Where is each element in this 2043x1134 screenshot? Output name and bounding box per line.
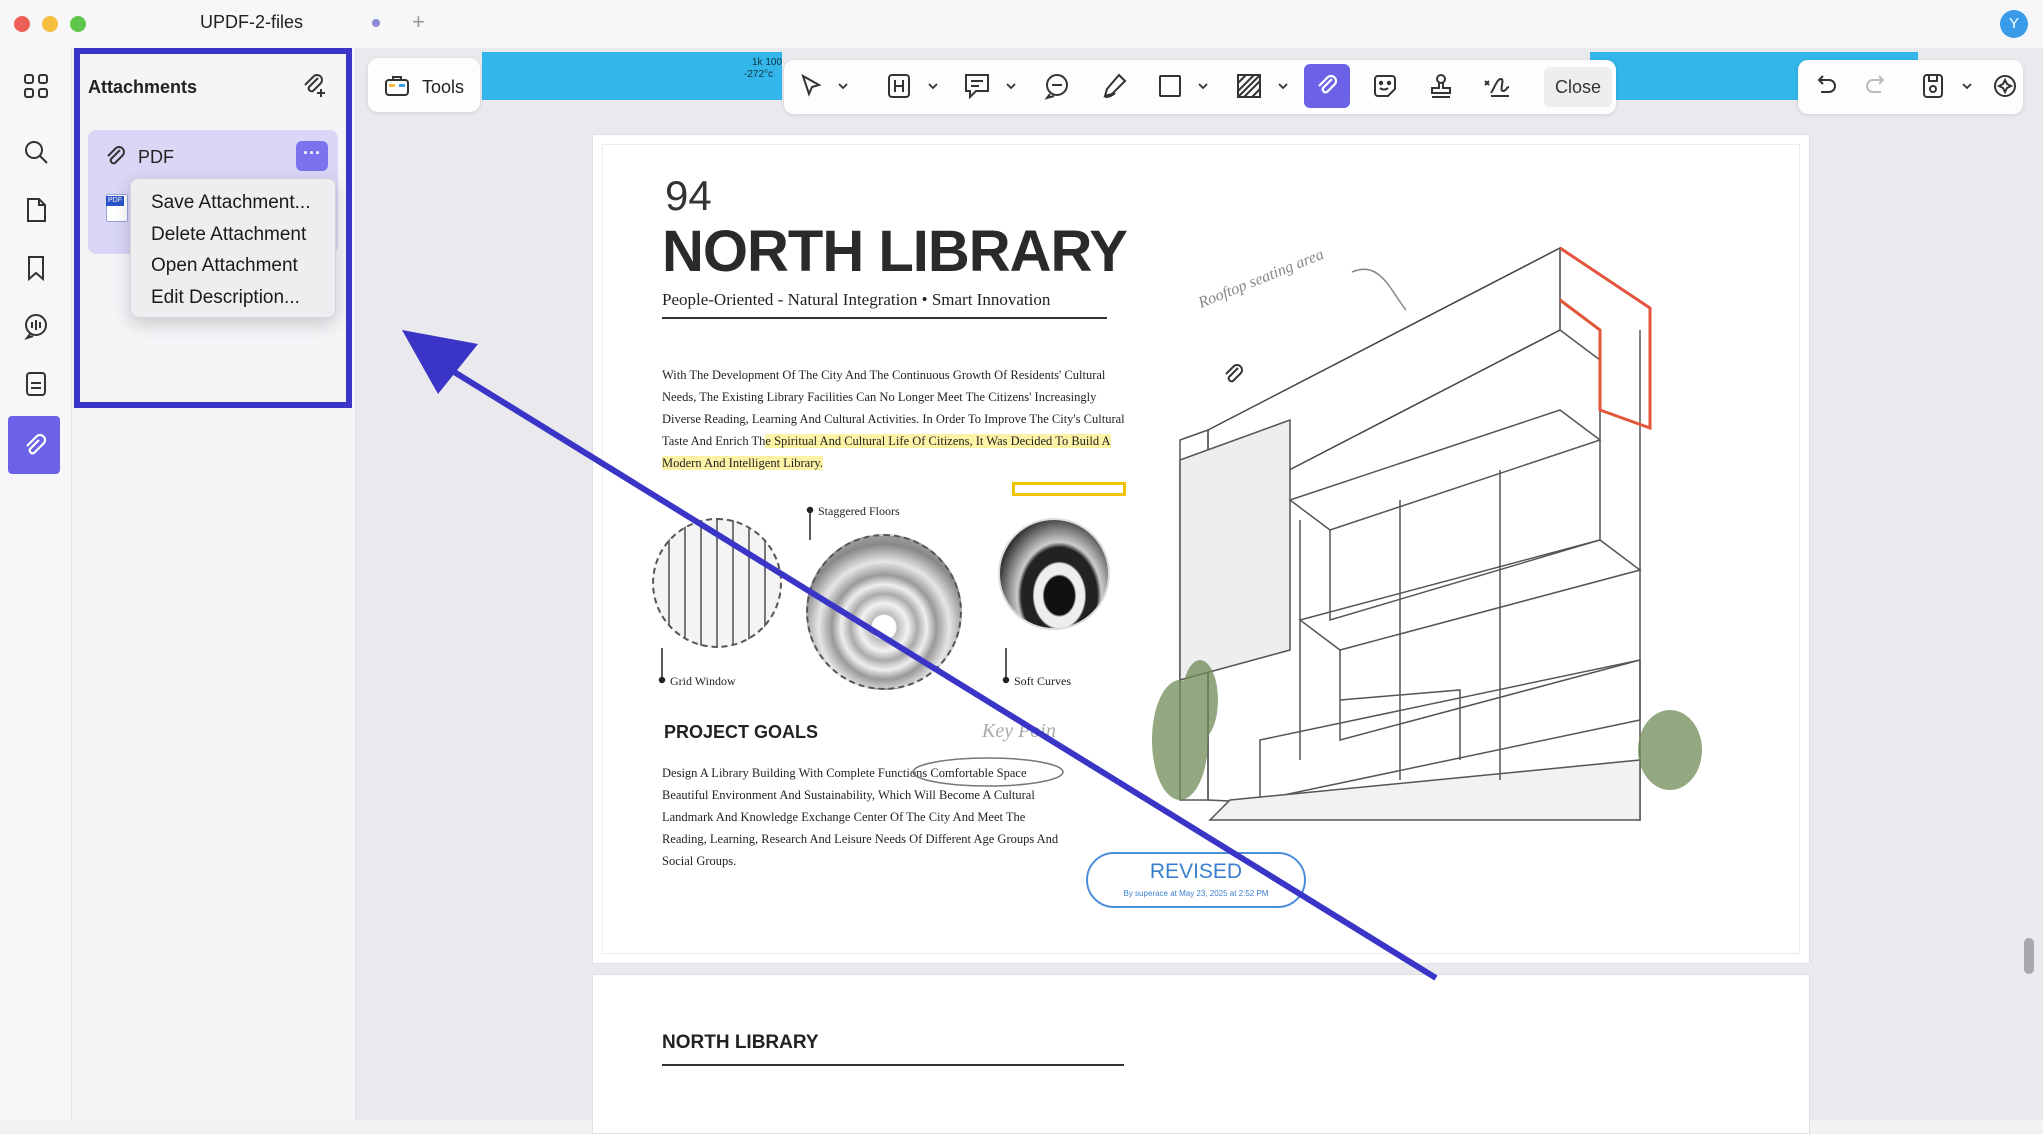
toolbox-icon [384,72,410,98]
page2-divider [662,1064,1124,1066]
more-options-button[interactable]: ··· [296,141,328,171]
strip-text: 1k 100 [752,57,783,68]
pdf-page-2 [592,974,1810,1134]
chevron-down-icon[interactable] [1960,80,1974,92]
grid-icon[interactable] [16,66,56,106]
tab-modified-dot [372,19,380,27]
save-icon[interactable] [1916,69,1950,103]
staggered-floors-photo [806,534,962,690]
caption-soft-curves: Soft Curves [1014,674,1071,688]
area-hatch-icon[interactable] [1232,69,1266,103]
signature-icon[interactable] [1480,69,1514,103]
paperclip-icon [102,142,128,170]
paperclip-icon[interactable] [8,416,60,474]
attachment-annotation-icon[interactable] [1220,360,1246,388]
search-icon[interactable] [16,132,56,172]
chevron-down-icon[interactable] [1196,80,1210,92]
new-tab-button[interactable]: + [412,9,425,35]
stamp-icon[interactable] [1424,69,1458,103]
menu-edit-description[interactable]: Edit Description... [131,282,335,314]
avatar[interactable]: Y [2000,10,2028,38]
sticker-icon[interactable] [1368,69,1402,103]
add-attachment-icon[interactable] [298,70,328,100]
attachment-context-menu: Save Attachment... Delete Attachment Ope… [130,178,336,318]
attachment-label: PDF [138,147,174,167]
rectangle-annotation[interactable] [1012,482,1126,496]
tab-title[interactable]: UPDF-2-files [200,12,303,33]
chevron-down-icon[interactable] [836,80,850,92]
menu-delete-attachment[interactable]: Delete Attachment [131,219,335,251]
panel-title: Attachments [88,77,198,97]
menu-open-attachment[interactable]: Open Attachment [131,250,335,282]
stamp-title: REVISED [1149,860,1243,883]
strip-text: -272°c [744,69,774,80]
rectangle-icon[interactable] [1153,69,1187,103]
chevron-down-icon[interactable] [1004,80,1018,92]
title-bar: UPDF-2-files + Y [0,0,2043,48]
menu-save-attachment[interactable]: Save Attachment... [131,187,335,219]
pdf-file-tag: PDF [106,196,124,206]
soft-curves-photo [998,518,1110,630]
close-button[interactable]: Close [1544,67,1612,107]
zoom-window-button[interactable] [70,16,86,32]
document-title: NORTH LIBRARY [662,219,1128,284]
bookmark-icon[interactable] [16,248,56,288]
vertical-scrollbar[interactable] [2024,938,2034,974]
page-icon[interactable] [16,190,56,230]
title-divider [662,317,1107,319]
document-subtitle: People-Oriented - Natural Integration • … [662,290,1051,309]
tools-label: Tools [422,77,465,97]
chevron-down-icon[interactable] [1276,80,1290,92]
document-icon[interactable] [16,364,56,404]
grid-window-photo [652,518,782,648]
keypoint-annotation[interactable]: Key Poin [982,720,1056,743]
redo-icon[interactable] [1860,69,1894,103]
caption-grid-window: Grid Window [670,674,736,688]
select-cursor-icon[interactable] [794,69,828,103]
intro-paragraph: With The Development Of The City And The… [662,364,1132,474]
comment-icon[interactable] [16,306,56,346]
close-window-button[interactable] [14,16,30,32]
project-goals-heading: PROJECT GOALS [664,722,819,742]
ai-assistant-icon[interactable] [1988,69,2022,103]
left-toolbar [0,48,72,1120]
comment-bubble-icon[interactable] [1040,69,1074,103]
page-strip-top [482,52,782,100]
chevron-down-icon[interactable] [926,80,940,92]
page-number: 94 [665,172,712,219]
undo-icon[interactable] [1808,69,1842,103]
attach-file-icon[interactable] [1304,64,1350,108]
sticky-note-icon[interactable] [960,69,994,103]
pencil-icon[interactable] [1097,69,1131,103]
page2-title: NORTH LIBRARY [662,1032,819,1053]
minimize-window-button[interactable] [42,16,58,32]
caption-staggered-floors: Staggered Floors [818,504,900,518]
stamp-subtitle: By superace at May 23, 2025 at 2:52 PM [1123,889,1269,898]
text-highlight-icon[interactable] [882,69,916,103]
project-goals-text: Design A Library Building With Complete … [662,766,1059,868]
